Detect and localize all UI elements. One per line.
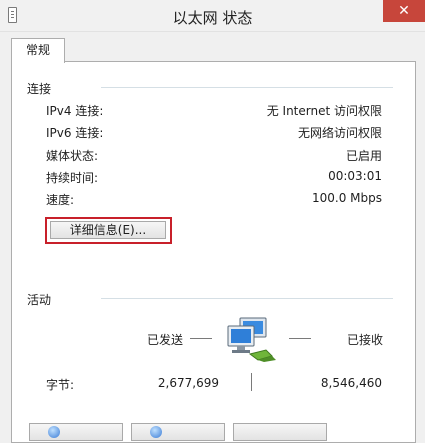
activity-separator: [251, 373, 252, 391]
shield-icon: [150, 426, 162, 438]
close-icon: ✕: [398, 3, 410, 19]
connection-group-divider: [101, 87, 393, 88]
title-bar[interactable]: 以太网 状态 ✕: [0, 0, 425, 32]
duration-value: 00:03:01: [328, 169, 382, 183]
sent-label: 已发送: [147, 333, 184, 347]
media-state-value: 已启用: [345, 149, 382, 163]
bytes-received-value: 8,546,460: [320, 376, 382, 390]
shield-icon: [48, 426, 60, 438]
properties-button[interactable]: [29, 423, 123, 441]
network-computers-icon: [227, 317, 276, 362]
duration-label: 持续时间:: [46, 171, 99, 185]
activity-group-divider: [101, 298, 393, 299]
ipv4-label: IPv4 连接:: [46, 104, 104, 118]
received-dash: [289, 338, 311, 339]
bytes-label: 字节:: [46, 378, 75, 392]
received-label: 已接收: [347, 333, 384, 347]
connection-group-label: 连接: [27, 82, 52, 96]
media-state-label: 媒体状态:: [46, 149, 99, 163]
close-button[interactable]: ✕: [383, 0, 425, 22]
bytes-sent-value: 2,677,699: [157, 376, 219, 390]
tab-general[interactable]: 常规: [11, 38, 65, 63]
sent-dash: [190, 338, 212, 339]
ipv4-value: 无 Internet 访问权限: [266, 104, 382, 118]
details-button[interactable]: 详细信息(E)...: [50, 221, 166, 239]
speed-label: 速度:: [46, 193, 75, 207]
ipv6-label: IPv6 连接:: [46, 126, 104, 140]
activity-group-label: 活动: [27, 293, 52, 307]
disable-button[interactable]: [131, 423, 225, 441]
ipv6-value: 无网络访问权限: [297, 126, 382, 140]
speed-value: 100.0 Mbps: [311, 191, 382, 205]
window-title: 以太网 状态: [172, 9, 253, 27]
diagnose-button[interactable]: [233, 423, 327, 441]
